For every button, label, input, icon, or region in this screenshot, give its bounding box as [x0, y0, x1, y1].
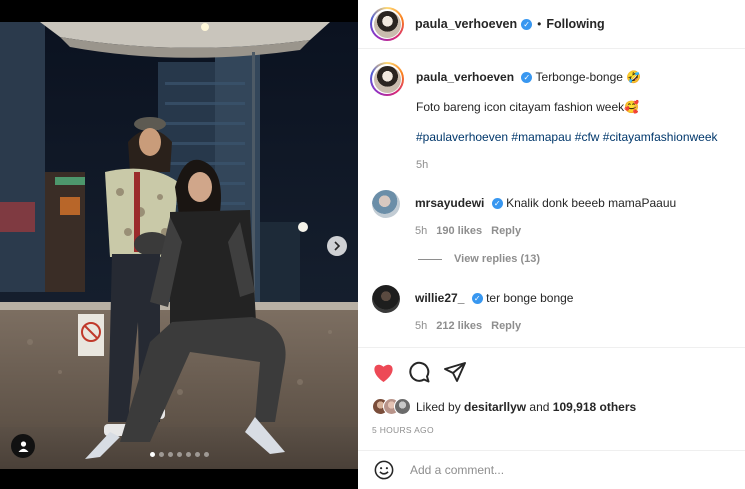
post-side-panel: paula_verhoeven ✓ • Following paula_verh…: [358, 0, 745, 489]
caption-username[interactable]: paula_verhoeven: [416, 70, 514, 84]
carousel-dot: [195, 452, 200, 457]
comment-input[interactable]: [410, 463, 710, 477]
liked-by-joiner: and: [529, 399, 550, 414]
view-replies-label: View replies (13): [454, 253, 541, 265]
emoji-button[interactable]: [372, 458, 396, 482]
carousel-dot: [204, 452, 209, 457]
comment-time: 5h: [415, 225, 428, 237]
carousel-indicator: [150, 452, 209, 457]
liked-by-prefix: Liked by: [416, 399, 461, 414]
commenter-username[interactable]: willie27_: [415, 291, 464, 305]
share-button[interactable]: [443, 360, 467, 384]
photo-bottom-bar: [0, 469, 358, 489]
carousel-dot: [168, 452, 173, 457]
tagged-users-button[interactable]: [11, 434, 35, 458]
commenter-username[interactable]: mrsayudewi: [415, 196, 484, 210]
tag-user-icon: [18, 440, 28, 452]
photo-illustration: [0, 22, 358, 469]
comments-section[interactable]: paula_verhoeven ✓ Terbonge-bonge 🤣 Foto …: [358, 50, 745, 347]
author-username[interactable]: paula_verhoeven: [415, 17, 517, 31]
likes-count[interactable]: 109,918 others: [553, 400, 636, 414]
likes-summary: Liked by desitarllyw and 109,918 others: [372, 398, 636, 415]
caption-text: Foto bareng icon citayam fashion week🥰: [416, 100, 640, 114]
verified-badge-icon: ✓: [471, 293, 483, 305]
heart-icon: [373, 364, 393, 382]
carousel-dot: [186, 452, 191, 457]
post-actions: Liked by desitarllyw and 109,918 others …: [358, 347, 745, 440]
carousel-dot: [159, 452, 164, 457]
comment-button[interactable]: [407, 360, 431, 384]
comment-likes[interactable]: 190 likes: [436, 225, 482, 237]
post-timestamp[interactable]: 5 HOURS AGO: [372, 425, 434, 435]
comment-time: 5h: [415, 320, 428, 332]
commenter-avatar[interactable]: [372, 285, 400, 313]
commenter-avatar[interactable]: [372, 190, 400, 218]
share-icon: [444, 362, 466, 382]
liker-avatars[interactable]: [372, 398, 411, 415]
comment-item: mrsayudewi ✓ Knalik donk beeeb mamaPaauu…: [372, 190, 737, 237]
verified-badge-icon: ✓: [521, 18, 533, 30]
like-button[interactable]: [371, 360, 395, 384]
carousel-dot: [150, 452, 155, 457]
comment-icon: [409, 361, 430, 383]
caption: paula_verhoeven ✓ Terbonge-bonge 🤣 Foto …: [370, 62, 735, 171]
reply-button[interactable]: Reply: [491, 225, 521, 237]
chevron-right-icon: [334, 241, 341, 251]
view-replies-button[interactable]: View replies (13): [418, 253, 540, 265]
carousel-dot: [177, 452, 182, 457]
caption-avatar[interactable]: [370, 62, 404, 96]
follow-status-button[interactable]: Following: [546, 17, 604, 31]
comment-text: ter bonge bonge: [486, 291, 574, 305]
verified-badge-icon: ✓: [521, 72, 533, 84]
liked-by-user[interactable]: desitarllyw: [464, 400, 526, 414]
emoji-icon: [374, 460, 394, 480]
verified-badge-icon: ✓: [491, 198, 503, 210]
reply-button[interactable]: Reply: [491, 320, 521, 332]
carousel-next-button[interactable]: [327, 236, 347, 256]
photo-top-bar: [0, 0, 358, 22]
comment-likes[interactable]: 212 likes: [436, 320, 482, 332]
caption-hashtags[interactable]: #paulaverhoeven #mamapau #cfw #citayamfa…: [416, 129, 735, 145]
caption-time: 5h: [416, 159, 429, 171]
photo-scene: [0, 22, 358, 469]
add-comment-bar: [358, 450, 745, 489]
comment-text: Knalik donk beeeb mamaPaauu: [506, 196, 677, 210]
post-photo[interactable]: [0, 0, 358, 489]
comment-item: willie27_ ✓ ter bonge bonge 5h 212 likes…: [372, 285, 737, 332]
caption-title: Terbonge-bonge 🤣: [535, 70, 642, 84]
post-header: paula_verhoeven ✓ • Following: [358, 0, 745, 49]
header-separator: •: [537, 17, 542, 31]
author-avatar[interactable]: [370, 7, 404, 41]
